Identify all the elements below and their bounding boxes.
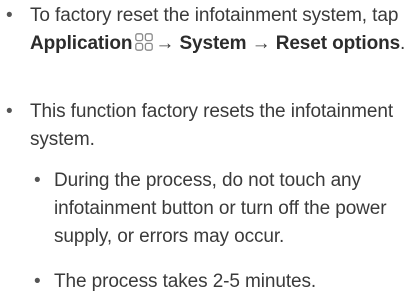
bullet: • (6, 101, 13, 122)
process-duration: The process takes 2-5 minutes. (54, 271, 317, 292)
instruction-text: To factory reset the infotainment system… (30, 5, 399, 26)
bullet: • (6, 5, 13, 26)
manual-excerpt: • To factory reset the infotainment syst… (0, 0, 412, 307)
system-label: System (179, 33, 247, 54)
arrow-glyph: → (155, 33, 175, 54)
sub-bullet: • (34, 271, 41, 292)
reset-options-label: Reset options (275, 33, 401, 54)
function-description: This function factory resets the infotai… (30, 101, 394, 150)
sub-bullet: • (34, 170, 41, 191)
process-warning: During the process, do not touch any inf… (54, 170, 387, 247)
application-label: Application (30, 33, 133, 54)
period: . (400, 33, 406, 54)
reset-instruction: To factory reset the infotainment system… (30, 2, 410, 58)
grid-apps-icon (135, 32, 154, 51)
arrow-glyph: → (251, 33, 271, 54)
